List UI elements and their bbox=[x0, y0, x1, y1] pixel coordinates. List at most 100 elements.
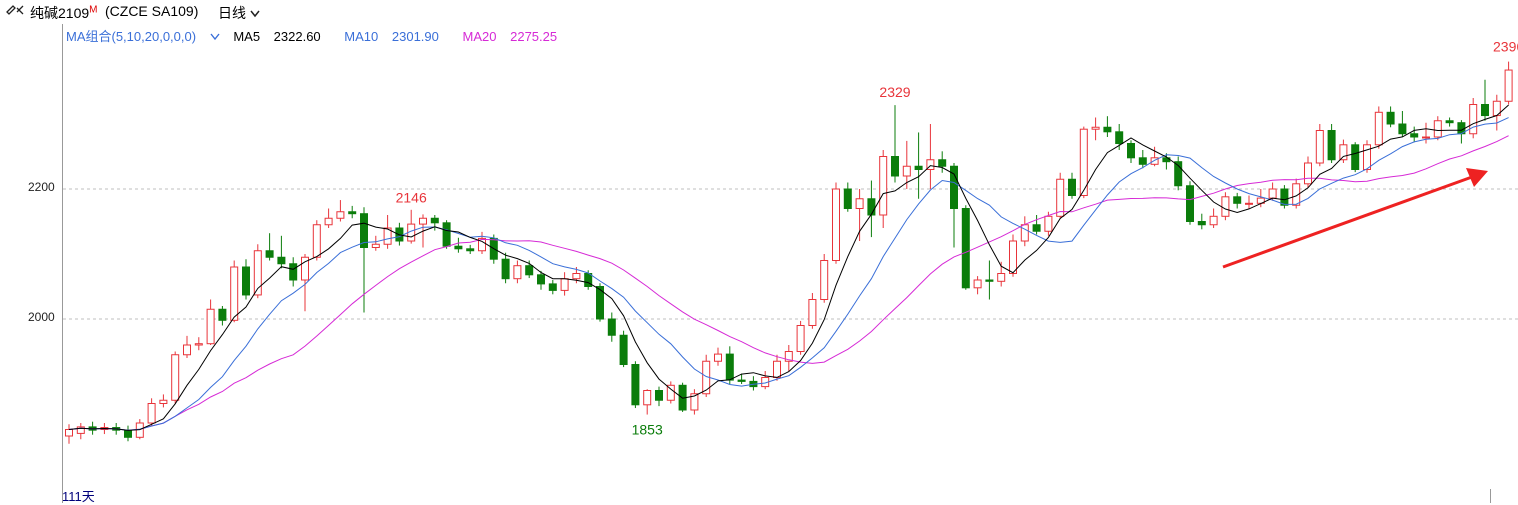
candle-body bbox=[513, 265, 522, 280]
candle-body bbox=[1009, 240, 1017, 274]
candle-body bbox=[1304, 162, 1312, 185]
chevron-down-icon bbox=[250, 5, 260, 21]
candle-body bbox=[1138, 157, 1147, 165]
candle-body bbox=[525, 265, 534, 276]
candle-body bbox=[65, 429, 73, 437]
candle-body bbox=[242, 266, 250, 296]
candle-body bbox=[371, 243, 380, 248]
ma10-line bbox=[68, 117, 1509, 431]
ma20-line bbox=[68, 135, 1509, 431]
candle-body bbox=[1351, 144, 1360, 171]
peak-label: 2329 bbox=[879, 84, 910, 100]
candle-body bbox=[171, 354, 180, 401]
candle-body bbox=[1398, 123, 1407, 135]
ma5-line bbox=[68, 104, 1509, 431]
candle-body bbox=[843, 188, 852, 209]
candle-body bbox=[1056, 178, 1065, 217]
candle-body bbox=[1197, 221, 1206, 226]
candle-body bbox=[1410, 133, 1419, 138]
candle-body bbox=[1339, 144, 1348, 161]
candle-body bbox=[1363, 144, 1371, 171]
candle-body bbox=[938, 159, 947, 167]
candle-body bbox=[1209, 215, 1218, 226]
contract-code: (CZCE SA109) bbox=[105, 3, 199, 19]
candle-body bbox=[572, 273, 581, 280]
low-label: 1853 bbox=[632, 422, 663, 438]
candle-body bbox=[855, 198, 864, 209]
candle-body bbox=[1032, 224, 1041, 232]
candle-body bbox=[1233, 196, 1242, 204]
candle-body bbox=[124, 429, 132, 438]
candle-body bbox=[348, 211, 357, 215]
candle-body bbox=[832, 188, 840, 261]
candle-body bbox=[1020, 224, 1029, 242]
candle-body bbox=[1445, 120, 1454, 124]
candle-body bbox=[466, 248, 475, 252]
candle-body bbox=[265, 250, 274, 258]
candle-body bbox=[902, 165, 911, 177]
candle-body bbox=[194, 343, 203, 346]
candle-body bbox=[714, 353, 722, 362]
candle-body bbox=[773, 360, 781, 378]
day-count: 111天 bbox=[62, 489, 95, 504]
candle-body bbox=[560, 278, 569, 291]
candle-body bbox=[961, 208, 970, 289]
candle-body bbox=[808, 299, 817, 326]
candle-body bbox=[230, 266, 239, 321]
candle-body bbox=[725, 353, 734, 381]
high-label: 2396 bbox=[1493, 39, 1518, 55]
candle-body bbox=[867, 198, 876, 216]
candle-body bbox=[277, 256, 286, 265]
candle-body bbox=[537, 274, 545, 285]
candle-body bbox=[1315, 130, 1324, 164]
candle-body bbox=[737, 379, 746, 382]
candle-body bbox=[820, 260, 829, 300]
candle-body bbox=[1221, 196, 1230, 217]
candle-body bbox=[183, 344, 191, 356]
peak-label: 2146 bbox=[396, 190, 427, 206]
candle-body bbox=[312, 224, 321, 258]
candle-body bbox=[159, 399, 168, 404]
candle-body bbox=[619, 334, 628, 365]
swap-icon[interactable] bbox=[5, 3, 27, 20]
y-tick-label: 2000 bbox=[28, 310, 55, 324]
candle-body bbox=[336, 211, 345, 219]
candle-body bbox=[914, 165, 923, 170]
candle-body bbox=[1268, 188, 1277, 199]
candle-body bbox=[1068, 178, 1076, 196]
candle-body bbox=[501, 258, 510, 280]
candle-body bbox=[1127, 143, 1135, 159]
candle-body bbox=[891, 156, 899, 177]
candle-body bbox=[1374, 111, 1383, 146]
candle-body bbox=[1103, 126, 1112, 133]
candle-body bbox=[206, 308, 215, 345]
candle-body bbox=[796, 325, 805, 352]
candle-body bbox=[442, 222, 451, 247]
candle-body bbox=[1469, 104, 1478, 135]
chart-header: 纯碱2109M (CZCE SA109) 日线 bbox=[0, 0, 1518, 24]
y-tick-label: 2200 bbox=[28, 180, 55, 194]
candle-body bbox=[643, 390, 652, 406]
candle-body bbox=[430, 217, 439, 224]
candle-body bbox=[1422, 136, 1430, 139]
candle-body bbox=[1186, 185, 1194, 222]
candle-body bbox=[419, 217, 427, 225]
candle-body bbox=[1245, 202, 1253, 205]
instrument-title: 纯碱2109M bbox=[30, 4, 98, 21]
candle-body bbox=[655, 390, 663, 401]
candle-body bbox=[1327, 130, 1336, 161]
candle-body bbox=[997, 273, 1006, 282]
candle-body bbox=[1504, 69, 1513, 102]
period-selector[interactable]: 日线 bbox=[218, 3, 260, 23]
candle-body bbox=[1091, 126, 1100, 130]
candle-body bbox=[1386, 111, 1395, 125]
candle-body bbox=[289, 263, 298, 281]
candle-body bbox=[1115, 131, 1124, 145]
candle-body bbox=[879, 156, 888, 216]
candle-body bbox=[548, 283, 557, 291]
candle-body bbox=[147, 403, 156, 424]
candle-body bbox=[973, 279, 982, 289]
candle-body bbox=[454, 245, 463, 250]
kline-chart[interactable]: 2396 1853 2146 2329 bbox=[0, 24, 1518, 503]
candle-body bbox=[1280, 188, 1289, 206]
